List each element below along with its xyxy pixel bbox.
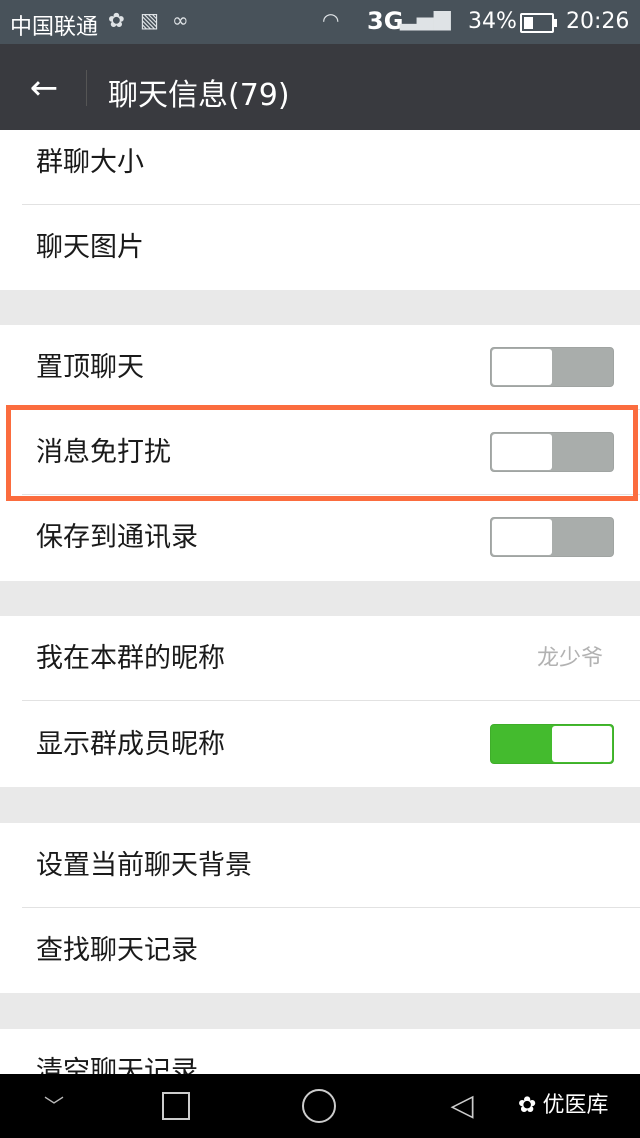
voicemail-icon: ∞ xyxy=(172,8,189,32)
battery-percent: 34% xyxy=(468,9,517,34)
recent-apps-icon[interactable] xyxy=(162,1092,190,1120)
settings-group-3: 我在本群的昵称 龙少爷 显示群成员昵称 xyxy=(0,616,640,787)
wifi-icon: ◠ xyxy=(322,8,340,32)
status-bar: 中国联通 ✿ ▧ ∞ ◠ 3G ▂▄▆ 34% 20:26 xyxy=(0,0,640,44)
network-type: 3G xyxy=(367,7,404,35)
list-item-label: 聊天图片 xyxy=(36,232,144,263)
list-item-my-nickname[interactable]: 我在本群的昵称 龙少爷 xyxy=(0,616,640,701)
list-item-label: 保存到通讯录 xyxy=(36,522,198,553)
sticky-chat-toggle[interactable] xyxy=(490,347,614,387)
list-item-show-member-nicknames[interactable]: 显示群成员昵称 xyxy=(0,702,640,787)
clock: 20:26 xyxy=(566,9,630,34)
wechat-icon: ✿ xyxy=(108,8,125,32)
save-to-contacts-toggle[interactable] xyxy=(490,517,614,557)
chevron-down-icon[interactable]: ﹀ xyxy=(36,1074,72,1138)
toggle-knob xyxy=(492,349,552,385)
list-item-sticky-chat[interactable]: 置顶聊天 xyxy=(0,325,640,410)
list-item-label: 群聊大小 xyxy=(36,147,144,178)
highlight-box xyxy=(6,405,638,501)
arrow-left-icon[interactable]: ← xyxy=(24,68,64,108)
list-item-set-chat-background[interactable]: 设置当前聊天背景 xyxy=(0,823,640,908)
carrier-label: 中国联通 xyxy=(10,15,99,40)
nickname-value: 龙少爷 xyxy=(536,646,603,671)
title-divider xyxy=(86,70,87,106)
toggle-knob xyxy=(552,726,612,762)
list-item-label: 置顶聊天 xyxy=(36,352,144,383)
toggle-knob xyxy=(492,519,552,555)
navigation-bar: ﹀ ◁ ✿ 优医库 xyxy=(0,1074,640,1138)
list-item-label: 查找聊天记录 xyxy=(36,935,198,966)
divider xyxy=(22,700,640,701)
list-item-label: 我在本群的昵称 xyxy=(36,643,225,674)
wechat-icon: ✿ xyxy=(518,1093,537,1118)
page-title: 聊天信息(79) xyxy=(108,78,290,113)
settings-group-1: 群聊大小 聊天图片 xyxy=(0,130,640,290)
list-item-chat-images[interactable]: 聊天图片 xyxy=(0,205,640,290)
home-icon[interactable] xyxy=(302,1089,336,1123)
signal-icon: ▂▄▆ xyxy=(400,6,451,31)
back-triangle-icon[interactable]: ◁ xyxy=(446,1074,478,1138)
watermark-label: 优医库 xyxy=(542,1093,609,1118)
image-icon: ▧ xyxy=(140,8,159,32)
settings-group-4: 设置当前聊天背景 查找聊天记录 xyxy=(0,823,640,993)
watermark: ✿ 优医库 xyxy=(518,1074,608,1138)
battery-level xyxy=(524,17,533,29)
title-bar: ← 聊天信息(79) xyxy=(0,44,640,130)
list-item-label: 显示群成员昵称 xyxy=(36,729,225,760)
list-item-save-to-contacts[interactable]: 保存到通讯录 xyxy=(0,495,640,580)
battery-icon xyxy=(520,13,557,33)
list-item-label: 设置当前聊天背景 xyxy=(36,850,252,881)
show-member-nicknames-toggle[interactable] xyxy=(490,724,614,764)
list-item-search-chat-history[interactable]: 查找聊天记录 xyxy=(0,908,640,993)
list-item-group-size[interactable]: 群聊大小 xyxy=(0,120,640,205)
